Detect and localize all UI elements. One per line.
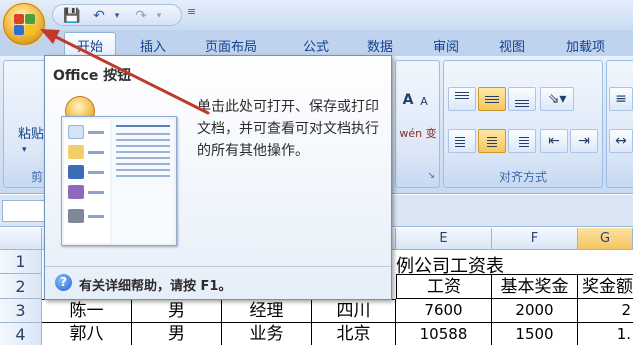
annotation-arrow-shaft <box>46 31 210 115</box>
annotation-arrow <box>40 29 210 115</box>
